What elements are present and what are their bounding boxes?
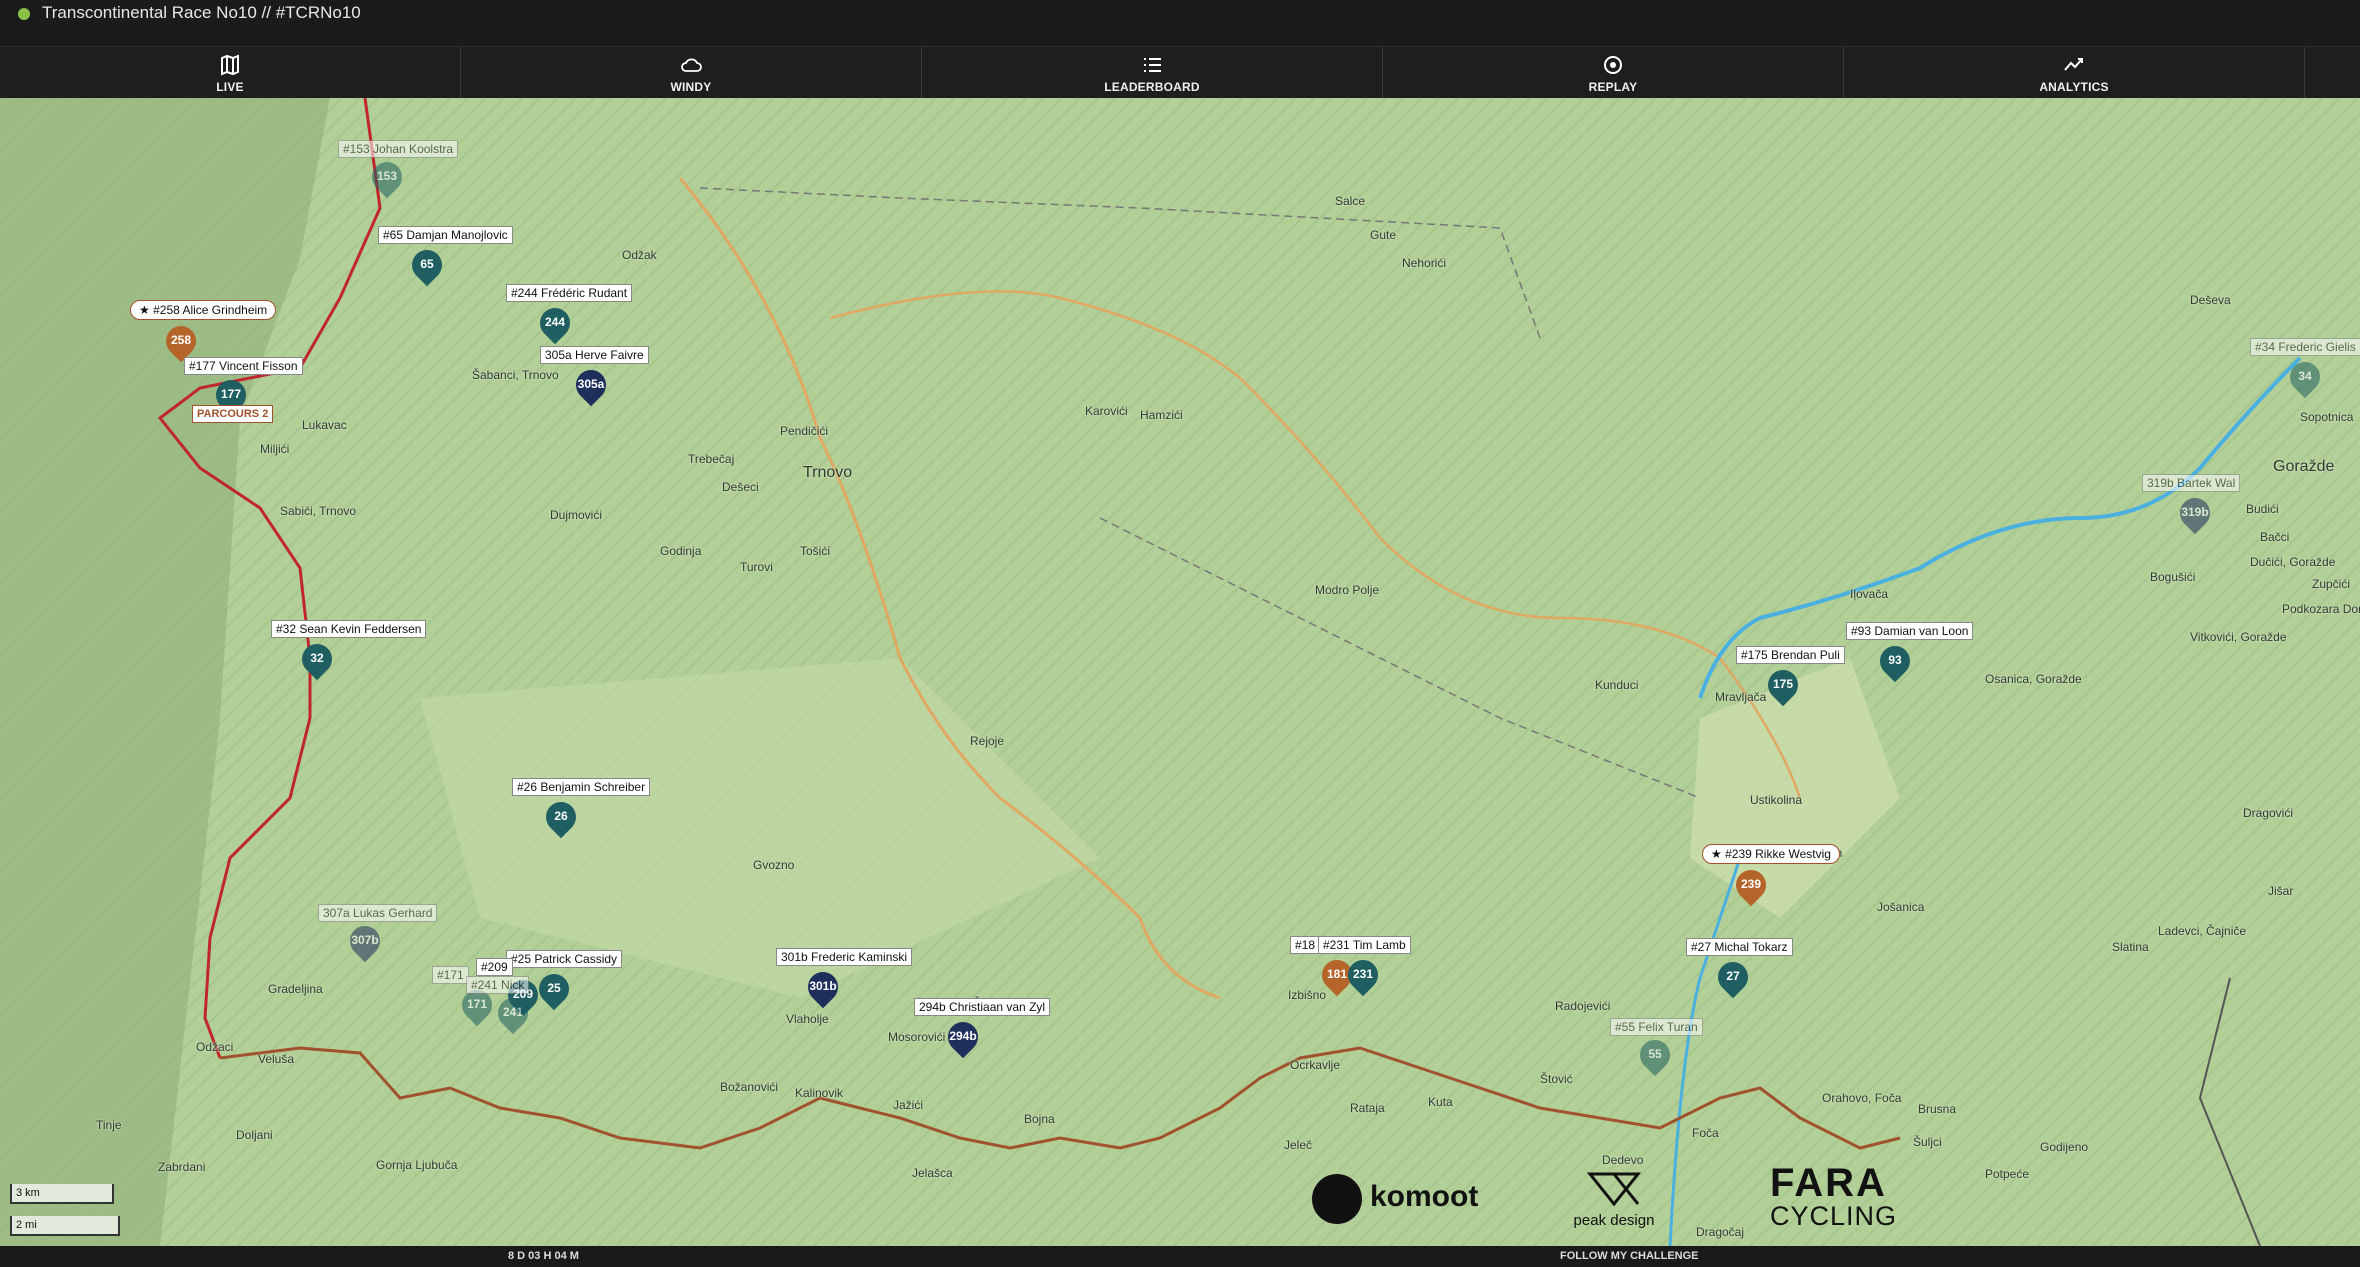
- nav-leaderboard-label: LEADERBOARD: [1104, 80, 1200, 94]
- rider-label: #55 Felix Turan: [1610, 1018, 1703, 1036]
- rider-label: #177 Vincent Fisson: [184, 357, 303, 375]
- rider-marker[interactable]: 93: [1873, 639, 1917, 684]
- rider-marker[interactable]: 305a: [569, 363, 613, 408]
- rider-marker[interactable]: 171: [455, 983, 499, 1028]
- rider-label: 305a Herve Faivre: [540, 346, 649, 364]
- rider-label: #32 Sean Kevin Feddersen: [271, 620, 427, 638]
- rider-marker[interactable]: 25: [532, 967, 576, 1012]
- rider-marker[interactable]: 294b: [941, 1015, 985, 1060]
- rider-marker[interactable]: 307b: [343, 919, 387, 964]
- peak-design-logo[interactable]: peak design: [1568, 1164, 1660, 1234]
- rider-label: #209: [476, 958, 513, 976]
- analytics-icon: [2064, 58, 2083, 71]
- race-map[interactable]: Salce Gute Nehorići Odžak Šabanci, Trnov…: [0, 98, 2360, 1246]
- parcours-label: PARCOURS 2: [192, 405, 274, 423]
- nav-analytics[interactable]: ANALYTICS: [1844, 47, 2305, 99]
- rider-label-starred: ★ #239 Rikke Westvig: [1702, 844, 1840, 864]
- rider-label: #231 Tim Lamb: [1318, 936, 1411, 954]
- rider-label: #93 Damian van Loon: [1846, 622, 1974, 640]
- nav-live[interactable]: LIVE: [0, 47, 461, 99]
- rider-label: #27 Michal Tokarz: [1686, 938, 1793, 956]
- rider-label-starred: ★ #258 Alice Grindheim: [130, 300, 277, 320]
- main-navigation: LIVE WINDY LEADERBOARD REPLAY ANALYTICS: [0, 46, 2360, 99]
- nav-replay-label: REPLAY: [1588, 80, 1638, 94]
- rider-label: 301b Frederic Kaminski: [776, 948, 913, 966]
- nav-replay[interactable]: REPLAY: [1383, 47, 1844, 99]
- scale-bar-km: 3 km: [10, 1184, 114, 1204]
- rider-marker[interactable]: 175: [1761, 663, 1805, 708]
- rider-marker[interactable]: 27: [1711, 955, 1755, 1000]
- rider-marker[interactable]: 153: [365, 155, 409, 200]
- rider-label: #65 Damjan Manojlovic: [378, 226, 513, 244]
- rider-marker[interactable]: 231: [1341, 953, 1385, 998]
- rider-label: #241 Nick: [466, 976, 530, 994]
- rider-marker[interactable]: 301b: [801, 965, 845, 1010]
- peak-design-icon: [1586, 1172, 1642, 1207]
- nav-windy-label: WINDY: [670, 80, 712, 94]
- rider-label: 319b Bartek Wal: [2142, 474, 2241, 492]
- follow-challenge-link[interactable]: FOLLOW MY CHALLENGE: [1560, 1250, 1699, 1262]
- rider-marker[interactable]: 65: [405, 243, 449, 288]
- nav-analytics-label: ANALYTICS: [2039, 80, 2109, 94]
- rider-label: #18: [1290, 936, 1321, 954]
- cloud-icon: [681, 58, 702, 72]
- rider-marker[interactable]: 239: [1729, 863, 1773, 908]
- rider-label: #171: [432, 966, 469, 984]
- rider-marker[interactable]: 55: [1633, 1033, 1677, 1078]
- nav-leaderboard[interactable]: LEADERBOARD: [922, 47, 1383, 99]
- rider-marker[interactable]: 319b: [2173, 491, 2217, 536]
- rider-marker[interactable]: 241: [491, 991, 535, 1036]
- replay-icon: [1604, 56, 1622, 74]
- app-title: Transcontinental Race No10 // #TCRNo10: [42, 3, 361, 22]
- rider-marker[interactable]: 26: [539, 795, 583, 840]
- rider-marker[interactable]: 32: [295, 637, 339, 682]
- footer-bar: 8 D 03 H 04 M FOLLOW MY CHALLENGE: [0, 1246, 2360, 1267]
- scale-bar-mi: 2 mi: [10, 1216, 120, 1236]
- rider-label: 307a Lukas Gerhard: [318, 904, 438, 922]
- nav-windy[interactable]: WINDY: [461, 47, 922, 99]
- rider-label: #244 Frédéric Rudant: [506, 284, 633, 302]
- map-icon: [221, 54, 239, 76]
- elapsed-time: 8 D 03 H 04 M: [508, 1250, 579, 1262]
- rider-label: #153 Johan Koolstra: [338, 140, 459, 158]
- live-status-dot: [18, 8, 30, 20]
- rider-marker[interactable]: 34: [2283, 355, 2327, 400]
- rider-label: #175 Brendan Puli: [1736, 646, 1845, 664]
- list-icon: [1144, 58, 1161, 72]
- title-bar: Transcontinental Race No10 // #TCRNo10: [0, 0, 2360, 46]
- rider-label: #25 Patrick Cassidy: [506, 950, 623, 968]
- fara-cycling-logo[interactable]: FARA CYCLING: [1770, 1161, 1896, 1231]
- rider-marker[interactable]: 244: [533, 301, 577, 346]
- rider-label: 294b Christiaan van Zyl: [914, 998, 1051, 1016]
- rider-label: #34 Frederic Gielis: [2250, 338, 2360, 356]
- rider-label: #26 Benjamin Schreiber: [512, 778, 651, 796]
- komoot-mountain-icon: [1312, 1174, 1362, 1224]
- nav-live-label: LIVE: [216, 80, 244, 94]
